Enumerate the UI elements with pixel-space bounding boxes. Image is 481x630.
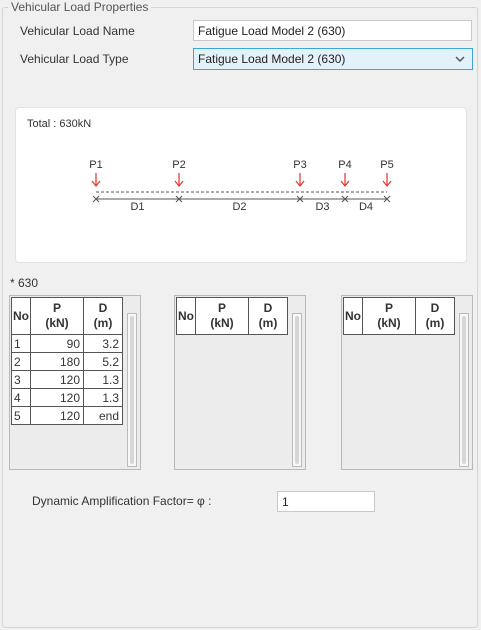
header-d-unit: (m): [425, 316, 445, 330]
daf-label: Dynamic Amplification Factor= φ :: [32, 494, 212, 508]
daf-input[interactable]: [277, 491, 375, 512]
scrollbar-thumb[interactable]: [130, 316, 134, 464]
header-p-unit: (kN): [210, 316, 234, 330]
load-diagram-panel: Total : 630kN P1 P2 P3 P4 P5 D1 D2 D3 D4: [15, 107, 467, 263]
header-no: No: [11, 297, 31, 335]
header-p: P (kN): [195, 297, 249, 335]
header-p: P (kN): [30, 297, 84, 335]
header-d-symbol: D: [430, 301, 440, 315]
spacing-label-d4: D4: [359, 201, 373, 213]
load-table-3[interactable]: No P (kN) D (m): [341, 295, 473, 470]
header-p: P (kN): [362, 297, 416, 335]
cell-d[interactable]: end: [83, 406, 123, 425]
cell-no: 5: [11, 406, 31, 425]
chevron-down-icon: [455, 56, 465, 63]
table-row[interactable]: 1 90 3.2: [11, 334, 123, 353]
table-row[interactable]: 3 120 1.3: [11, 370, 123, 389]
header-d: D (m): [415, 297, 455, 335]
cell-d[interactable]: 5.2: [83, 352, 123, 371]
load-model-caption: * 630: [10, 276, 39, 290]
table-row[interactable]: 2 180 5.2: [11, 352, 123, 371]
header-d: D (m): [83, 297, 123, 335]
cell-d[interactable]: 1.3: [83, 388, 123, 407]
header-no: No: [176, 297, 196, 335]
cell-no: 2: [11, 352, 31, 371]
header-p-symbol: P: [52, 301, 61, 315]
load-diagram: P1 P2 P3 P4 P5 D1 D2 D3 D4: [89, 159, 393, 213]
load-table-grid: No P (kN) D (m): [343, 297, 455, 335]
load-table-grid: No P (kN) D (m): [176, 297, 288, 335]
cell-p[interactable]: 120: [30, 370, 84, 389]
cell-p[interactable]: 120: [30, 406, 84, 425]
cell-p[interactable]: 90: [30, 334, 84, 353]
load-label-p2: P2: [172, 159, 185, 171]
cell-d[interactable]: 3.2: [83, 334, 123, 353]
header-d-unit: (m): [258, 316, 278, 330]
header-p-unit: (kN): [377, 316, 401, 330]
cell-p[interactable]: 180: [30, 352, 84, 371]
load-label-p4: P4: [338, 159, 351, 171]
vertical-scrollbar[interactable]: [459, 313, 469, 467]
vertical-scrollbar[interactable]: [292, 313, 302, 467]
load-label-p3: P3: [293, 159, 306, 171]
table-row[interactable]: 5 120 end: [11, 406, 123, 425]
group-title: Vehicular Load Properties: [8, 0, 152, 14]
header-d-unit: (m): [93, 316, 113, 330]
header-d: D (m): [248, 297, 288, 335]
header-d-symbol: D: [98, 301, 108, 315]
scrollbar-thumb[interactable]: [295, 316, 299, 464]
scrollbar-thumb[interactable]: [462, 316, 466, 464]
spacing-label-d2: D2: [232, 201, 246, 213]
load-table-1[interactable]: No P (kN) D (m) 1 90 3.2 2 180 5.2 3 120 1.3 4 120 1.3 5 1…: [9, 295, 141, 470]
cell-d[interactable]: 1.3: [83, 370, 123, 389]
load-table-2[interactable]: No P (kN) D (m): [174, 295, 306, 470]
vehicular-load-type-select[interactable]: Fatigue Load Model 2 (630): [193, 48, 473, 70]
load-label-p5: P5: [380, 159, 393, 171]
vertical-scrollbar[interactable]: [127, 313, 137, 467]
header-p-unit: (kN): [45, 316, 69, 330]
vehicular-load-name-label: Vehicular Load Name: [20, 24, 135, 38]
table-row[interactable]: 4 120 1.3: [11, 388, 123, 407]
cell-no: 1: [11, 334, 31, 353]
cell-p[interactable]: 120: [30, 388, 84, 407]
vehicular-load-type-value: Fatigue Load Model 2 (630): [198, 52, 346, 66]
cell-no: 4: [11, 388, 31, 407]
load-label-p1: P1: [89, 159, 102, 171]
vehicular-load-type-label: Vehicular Load Type: [20, 52, 129, 66]
header-p-symbol: P: [384, 301, 393, 315]
load-table-grid: No P (kN) D (m) 1 90 3.2 2 180 5.2 3 120 1.3 4 120 1.3 5 1…: [11, 297, 123, 425]
header-d-symbol: D: [263, 301, 273, 315]
header-no: No: [343, 297, 363, 335]
spacing-label-d3: D3: [315, 201, 329, 213]
vehicular-load-name-input[interactable]: [193, 20, 472, 41]
cell-no: 3: [11, 370, 31, 389]
header-p-symbol: P: [217, 301, 226, 315]
spacing-label-d1: D1: [130, 201, 144, 213]
